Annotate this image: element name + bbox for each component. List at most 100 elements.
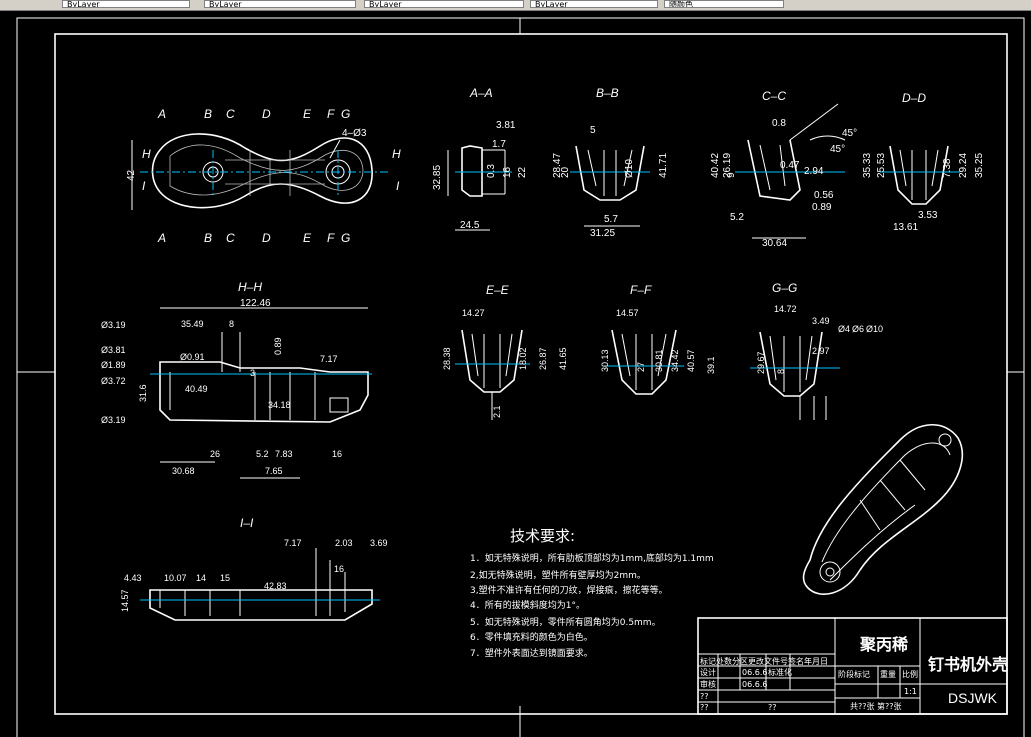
- dim-ii-3-69: 3.69: [370, 538, 388, 548]
- dim-hh-7-17: 7.17: [320, 354, 338, 364]
- dim-hh-26: 26: [210, 449, 220, 459]
- title-designer-date: 06.6.6: [742, 668, 767, 677]
- dim-cc-9: 9: [726, 172, 737, 178]
- dim-cc-30-64: 30.64: [762, 238, 787, 249]
- dim-ff-14-57: 14.57: [616, 308, 639, 318]
- title-scale-value: 1:1: [904, 687, 917, 696]
- section-aa: A–A 32.85 3.81 1.7 0.3 16 22 24.5: [432, 86, 528, 231]
- cad-drawing-canvas[interactable]: 42 4–Ø3 A B C D E F G A B C D E F G H H …: [0, 11, 1031, 737]
- cut-label-b-top: B: [204, 107, 212, 121]
- lineweight-combo[interactable]: ByLayer: [530, 0, 658, 8]
- dim-bb-5-7: 5.7: [604, 214, 618, 225]
- dim-ee-26-87: 26.87: [538, 347, 548, 370]
- dim-cc-0-8: 0.8: [772, 118, 786, 129]
- requirements-heading: 技术要求:: [510, 527, 575, 545]
- requirement-5: 5．如无特殊说明，零件所有圆角均为0.5mm。: [470, 616, 661, 628]
- section-ff: F–F 14.57 30.13 27 30.81 34.42 40.57: [600, 283, 696, 395]
- dim-aa-32-85: 32.85: [432, 165, 443, 190]
- dim-gg-3-49: 3.49: [812, 316, 830, 326]
- title-block: 聚丙稀 钉书机外壳 DSJWK 标记处数分区更改文件号签名年月日 设计 06.6…: [697, 617, 1008, 715]
- dim-aa-1-7: 1.7: [492, 139, 506, 150]
- dim-gg-8: 8: [776, 369, 786, 374]
- cut-label-c-bottom: C: [226, 231, 235, 245]
- title-scale-label: 比例: [902, 669, 918, 679]
- dim-ff-27: 27: [636, 362, 646, 372]
- dim-hh-122-46: 122.46: [240, 298, 271, 309]
- dim-ii-15: 15: [220, 573, 230, 583]
- dim-hh-dia3-72: Ø3.72: [101, 376, 126, 386]
- dim-ii-2-03: 2.03: [335, 538, 353, 548]
- dim-ii-10-07: 10.07: [164, 573, 187, 583]
- dim-hh-40-49: 40.49: [185, 384, 208, 394]
- view-title-cc: C–C: [762, 89, 786, 103]
- dim-aa-3-81: 3.81: [496, 120, 516, 131]
- dim-ii-16: 16: [334, 564, 344, 574]
- dim-ee-18-02: 18.02: [518, 347, 528, 370]
- dim-ee-41-65: 41.65: [558, 347, 568, 370]
- cut-label-c-top: C: [226, 107, 235, 121]
- side-label-h-right: H: [392, 147, 401, 161]
- section-cc: C–C 0.8 45° 45° 40.42 26.19 9 0.47 2.94 …: [710, 89, 857, 249]
- dim-cc-40-42: 40.42: [710, 153, 721, 178]
- title-weight-label: 重量: [880, 669, 896, 679]
- dim-aa-0-3: 0.3: [486, 164, 497, 178]
- dim-cc-2-94: 2.94: [804, 166, 824, 177]
- dim-hh-dia0-91: Ø0.91: [180, 352, 205, 362]
- cut-label-g-top: G: [341, 107, 350, 121]
- dim-aa-22: 22: [517, 166, 528, 178]
- cut-label-d-top: D: [262, 107, 271, 121]
- outer-frame: [16, 17, 1025, 737]
- dim-dd-35-25: 35.25: [974, 153, 985, 178]
- color-combo[interactable]: ByLayer: [204, 0, 356, 8]
- title-review-date: 06.6.6: [742, 680, 767, 689]
- layer-combo[interactable]: ByLayer: [62, 0, 190, 8]
- linetype-combo[interactable]: ByLayer: [364, 0, 524, 8]
- cut-label-a-top: A: [157, 107, 166, 121]
- dim-cc-0-56: 0.56: [814, 190, 834, 201]
- dim-gg-39-1: 39.1: [706, 356, 716, 374]
- side-label-h-left: H: [142, 147, 151, 161]
- dim-hh-5-2: 5.2: [256, 449, 269, 459]
- dim-gg-dia6: Ø6: [852, 324, 864, 334]
- title-drawing-code: DSJWK: [948, 690, 998, 706]
- title-revision-header: 标记处数分区更改文件号签名年月日: [700, 656, 828, 666]
- view-title-ee: E–E: [486, 283, 510, 297]
- dim-cc-0-89: 0.89: [812, 202, 832, 213]
- cut-label-b-bottom: B: [204, 231, 212, 245]
- title-material: 聚丙稀: [859, 635, 908, 654]
- dim-hh-30-68: 30.68: [172, 466, 195, 476]
- dim-ii-42-83: 42.83: [264, 581, 287, 591]
- requirement-4: 4．所有的拔模斜度均为1°。: [470, 599, 585, 611]
- cut-label-f-bottom: F: [327, 231, 335, 245]
- dim-hh-dia1-89: Ø1.89: [101, 360, 126, 370]
- cut-label-e-top: E: [303, 107, 312, 121]
- dim-dd-29-24: 29.24: [958, 153, 969, 178]
- view-title-aa: A–A: [469, 86, 493, 100]
- dim-bb-dia10: Ø10: [624, 159, 635, 178]
- dim-ff-40-57: 40.57: [686, 349, 696, 372]
- title-part-name: 钉书机外壳: [928, 655, 1008, 674]
- dim-bb-5: 5: [590, 125, 596, 136]
- section-ii: I–I 7.17 2.03 3.69 16 4.43 10.07 14 15 4…: [120, 516, 388, 621]
- dim-gg-29-67: 29.67: [756, 351, 766, 374]
- cut-label-g-bottom: G: [341, 231, 350, 245]
- side-label-i-right: I: [396, 179, 400, 193]
- technical-requirements: 技术要求: 1．如无特殊说明，所有肋板顶部均为1mm,底部均为1.1mm 2,如…: [470, 527, 714, 659]
- dim-hh-16: 16: [332, 449, 342, 459]
- dim-dd-3-53: 3.53: [918, 210, 938, 221]
- plotstyle-combo[interactable]: 随颜色: [664, 0, 784, 8]
- requirement-2: 2,如无特殊说明，塑件所有壁厚均为2mm。: [470, 569, 646, 581]
- dim-ee-28-38: 28.38: [442, 347, 452, 370]
- requirement-7: 7．塑件外表面达到镜面要求。: [470, 647, 593, 659]
- cut-label-a-bottom: A: [157, 231, 166, 245]
- dim-cc-45-b: 45°: [830, 144, 845, 155]
- dim-ff-30-81: 30.81: [654, 349, 664, 372]
- dim-ff-34-42: 34.42: [670, 349, 680, 372]
- dim-4-holes: 4–Ø3: [342, 128, 367, 139]
- dim-hh-dia3-19-b: Ø3.19: [101, 415, 126, 425]
- title-stage-label: 阶段标记: [838, 669, 870, 679]
- dim-bb-31-25: 31.25: [590, 228, 615, 239]
- title-sheet-info: 共??张 第??张: [850, 701, 902, 711]
- cut-label-e-bottom: E: [303, 231, 312, 245]
- section-ee: E–E 14.27 28.38 18.02 26.87 41.65 2.1: [442, 283, 568, 420]
